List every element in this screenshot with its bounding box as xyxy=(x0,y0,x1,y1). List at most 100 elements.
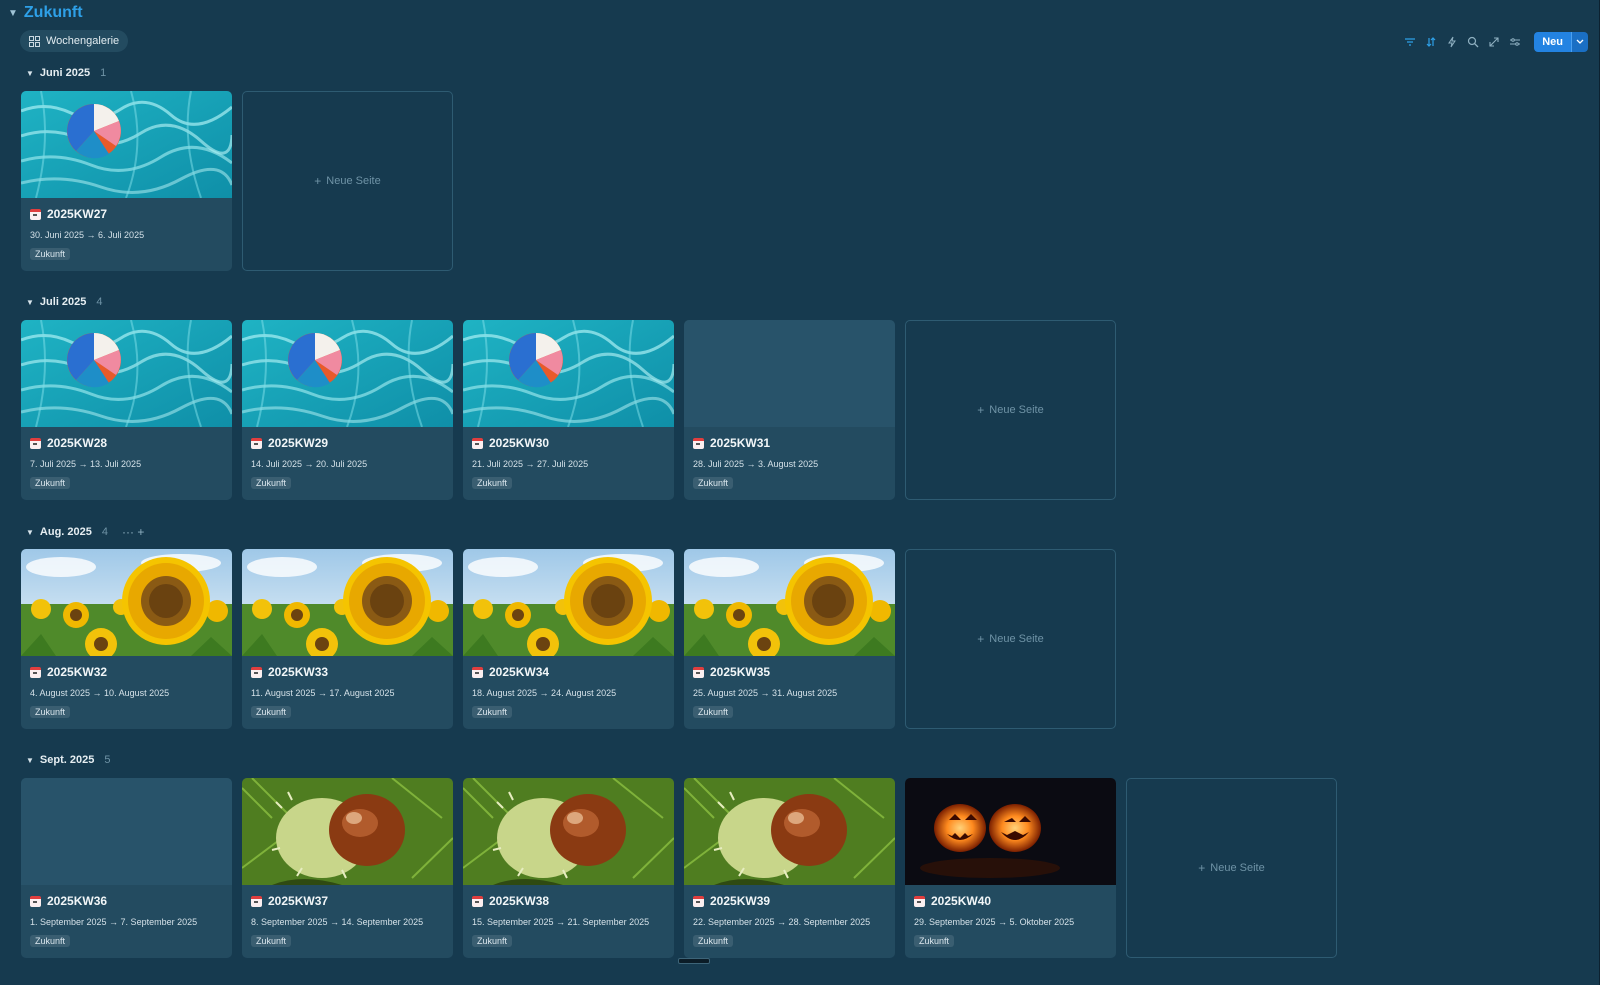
card-title-text: 2025KW29 xyxy=(268,436,329,450)
card-date-range: 1. September 2025 → 7. September 2025 xyxy=(30,917,198,927)
gallery-card[interactable]: 2025KW38 15. September 2025 → 21. Septem… xyxy=(463,778,674,958)
card-title: 2025KW37 xyxy=(251,894,328,908)
new-dropdown-chevron-icon[interactable] xyxy=(1571,32,1588,52)
cover-sunflowers xyxy=(463,549,674,656)
gallery-card[interactable]: 2025KW37 8. September 2025 → 14. Septemb… xyxy=(242,778,453,958)
group-collapse-icon[interactable]: ▼ xyxy=(26,69,34,78)
page-header: ▼ Zukunft xyxy=(8,4,83,22)
new-page-card[interactable]: + Neue Seite xyxy=(905,320,1116,500)
calendar-icon xyxy=(251,437,262,449)
calendar-icon xyxy=(30,437,41,449)
settings-sliders-icon[interactable] xyxy=(1509,36,1521,48)
toolbar: Neu xyxy=(1404,32,1588,52)
status-tag: Zukunft xyxy=(251,477,292,489)
gallery-card[interactable]: 2025KW33 11. August 2025 → 17. August 20… xyxy=(242,549,453,729)
status-tag: Zukunft xyxy=(472,935,513,947)
group-count: 4 xyxy=(96,296,103,308)
new-button[interactable]: Neu xyxy=(1534,32,1571,52)
group-header-sept-2025[interactable]: ▼ Sept. 2025 5 xyxy=(26,754,110,766)
gallery-card[interactable]: 2025KW35 25. August 2025 → 31. August 20… xyxy=(684,549,895,729)
card-date-range: 18. August 2025 → 24. August 2025 xyxy=(472,688,617,698)
card-title-text: 2025KW35 xyxy=(710,665,771,679)
card-title-text: 2025KW31 xyxy=(710,436,771,450)
new-button-group: Neu xyxy=(1534,32,1588,52)
group-collapse-icon[interactable]: ▼ xyxy=(26,528,34,537)
card-date-range: 29. September 2025 → 5. Oktober 2025 xyxy=(914,917,1075,927)
group-collapse-icon[interactable]: ▼ xyxy=(26,756,34,765)
gallery-card[interactable]: 2025KW31 28. Juli 2025 → 3. August 2025 … xyxy=(684,320,895,500)
gallery-row: 2025KW32 4. August 2025 → 10. August 202… xyxy=(21,549,1116,729)
cover-empty xyxy=(684,320,895,427)
page-title[interactable]: Zukunft xyxy=(24,4,83,22)
plus-icon: + xyxy=(977,632,985,646)
new-page-card[interactable]: + Neue Seite xyxy=(242,91,453,271)
status-tag: Zukunft xyxy=(30,706,71,718)
search-icon[interactable] xyxy=(1467,36,1479,48)
group-more-and-add-icons[interactable]: ··· + xyxy=(122,525,144,539)
calendar-icon xyxy=(472,437,483,449)
card-title-text: 2025KW36 xyxy=(47,894,108,908)
gallery-card[interactable]: 2025KW32 4. August 2025 → 10. August 202… xyxy=(21,549,232,729)
gallery-row: 2025KW28 7. Juli 2025 → 13. Juli 2025 Zu… xyxy=(21,320,1116,500)
new-page-card[interactable]: + Neue Seite xyxy=(905,549,1116,729)
cover-beach-ball-pool xyxy=(242,320,453,427)
cover-beach-ball-pool xyxy=(21,320,232,427)
plus-icon: + xyxy=(1198,861,1206,875)
group-header-juli-2025[interactable]: ▼ Juli 2025 4 xyxy=(26,296,103,308)
gallery-card[interactable]: 2025KW39 22. September 2025 → 28. Septem… xyxy=(684,778,895,958)
status-tag: Zukunft xyxy=(251,706,292,718)
group-header-aug-2025[interactable]: ▼ Aug. 2025 4 ··· + xyxy=(26,525,144,539)
cover-sunflowers xyxy=(242,549,453,656)
gallery-card[interactable]: 2025KW40 29. September 2025 → 5. Oktober… xyxy=(905,778,1116,958)
card-date-range: 14. Juli 2025 → 20. Juli 2025 xyxy=(251,459,368,469)
new-page-label: Neue Seite xyxy=(989,404,1044,416)
sort-icon[interactable] xyxy=(1425,36,1437,48)
gallery-row: 2025KW27 30. Juni 2025 → 6. Juli 2025 Zu… xyxy=(21,91,453,271)
card-title-text: 2025KW27 xyxy=(47,207,108,221)
group-count: 4 xyxy=(101,526,109,538)
card-title-text: 2025KW37 xyxy=(268,894,329,908)
group-count: 5 xyxy=(104,754,111,766)
gallery-card[interactable]: 2025KW34 18. August 2025 → 24. August 20… xyxy=(463,549,674,729)
new-page-label: Neue Seite xyxy=(1210,862,1265,874)
calendar-icon xyxy=(693,666,704,678)
gallery-card[interactable]: 2025KW28 7. Juli 2025 → 13. Juli 2025 Zu… xyxy=(21,320,232,500)
expand-icon[interactable] xyxy=(1488,36,1500,48)
card-title: 2025KW40 xyxy=(914,894,991,908)
cover-beach-ball-pool xyxy=(21,91,232,198)
collapse-triangle-icon[interactable]: ▼ xyxy=(8,8,18,19)
group-header-juni-2025[interactable]: ▼ Juni 2025 1 xyxy=(26,67,106,79)
group-collapse-icon[interactable]: ▼ xyxy=(26,298,34,307)
calendar-icon xyxy=(30,208,41,220)
gallery-row: 2025KW36 1. September 2025 → 7. Septembe… xyxy=(21,778,1337,958)
card-date-range: 7. Juli 2025 → 13. Juli 2025 xyxy=(30,459,142,469)
card-title-text: 2025KW32 xyxy=(47,665,108,679)
automation-lightning-icon[interactable] xyxy=(1446,36,1458,48)
card-title-text: 2025KW38 xyxy=(489,894,550,908)
group-name: Juli 2025 xyxy=(39,296,87,308)
status-tag: Zukunft xyxy=(30,248,71,260)
calendar-icon xyxy=(251,895,262,907)
gallery-card[interactable]: 2025KW36 1. September 2025 → 7. Septembe… xyxy=(21,778,232,958)
card-date-range: 21. Juli 2025 → 27. Juli 2025 xyxy=(472,459,589,469)
card-title-text: 2025KW33 xyxy=(268,665,329,679)
view-tab-gallery[interactable]: Wochengalerie xyxy=(20,30,129,52)
cover-chestnut xyxy=(684,778,895,885)
card-date-range: 15. September 2025 → 21. September 2025 xyxy=(472,917,650,927)
card-title-text: 2025KW34 xyxy=(489,665,550,679)
filter-icon[interactable] xyxy=(1404,36,1416,48)
calendar-icon xyxy=(693,437,704,449)
scroll-handle[interactable] xyxy=(678,958,710,964)
view-tab-label: Wochengalerie xyxy=(46,35,120,47)
card-title: 2025KW30 xyxy=(472,436,549,450)
card-title-text: 2025KW40 xyxy=(931,894,992,908)
new-page-card[interactable]: + Neue Seite xyxy=(1126,778,1337,958)
calendar-icon xyxy=(914,895,925,907)
gallery-card[interactable]: 2025KW29 14. Juli 2025 → 20. Juli 2025 Z… xyxy=(242,320,453,500)
gallery-card[interactable]: 2025KW27 30. Juni 2025 → 6. Juli 2025 Zu… xyxy=(21,91,232,271)
card-date-range: 30. Juni 2025 → 6. Juli 2025 xyxy=(30,230,145,240)
card-date-range: 25. August 2025 → 31. August 2025 xyxy=(693,688,838,698)
gallery-card[interactable]: 2025KW30 21. Juli 2025 → 27. Juli 2025 Z… xyxy=(463,320,674,500)
calendar-icon xyxy=(472,666,483,678)
group-name: Aug. 2025 xyxy=(39,526,92,538)
